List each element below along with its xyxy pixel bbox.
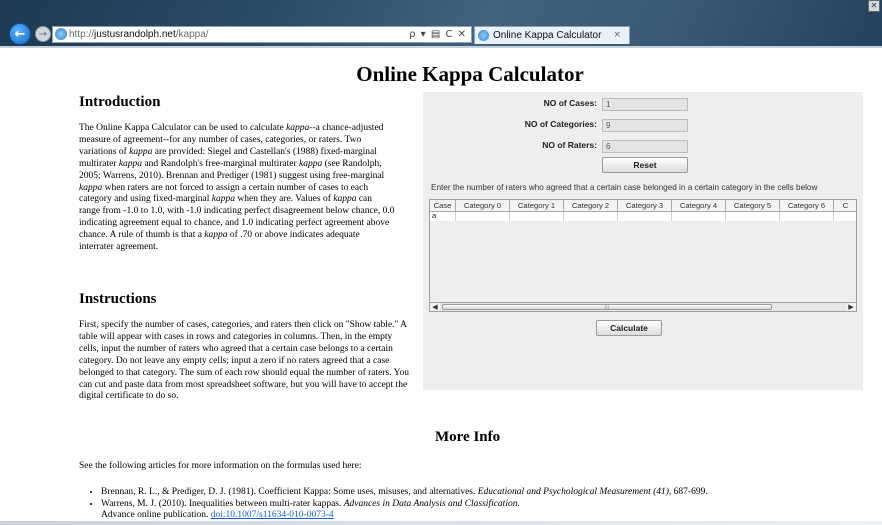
- tab-favicon-icon: [478, 30, 489, 41]
- rating-cell[interactable]: [564, 212, 618, 221]
- kappa-term: kappa: [211, 194, 236, 205]
- column-header[interactable]: Category 5: [726, 200, 780, 211]
- kappa-term: kappa: [204, 230, 228, 241]
- table-instruction: Enter the number of raters who agreed th…: [431, 183, 818, 192]
- reference-line2: Advance online publication.: [101, 510, 211, 520]
- raters-input[interactable]: 6: [602, 140, 688, 153]
- reference-item: Brennan, R. L., & Prediger, D. J. (1981)…: [101, 487, 881, 499]
- ie-favicon-icon: [55, 28, 67, 40]
- kappa-term: kappa: [298, 158, 323, 169]
- scroll-thumb[interactable]: |||: [442, 304, 772, 310]
- raters-label: NO of Raters:: [542, 140, 597, 150]
- address-bar[interactable]: http://justusrandolph.net/kappa/ ρ ▾ ▤ C…: [52, 26, 472, 43]
- kappa-applet: NO of Cases: 1 NO of Categories: 9 NO of…: [423, 92, 863, 390]
- scroll-right-icon[interactable]: ▶: [846, 303, 856, 311]
- ratings-table[interactable]: Case Category 0 Category 1 Category 2 Catego…: [429, 199, 857, 303]
- intro-fragment: when they are. Values of: [235, 194, 334, 205]
- url-prefix: http://: [69, 29, 95, 40]
- rating-cell[interactable]: [456, 212, 510, 221]
- rating-cell[interactable]: [672, 212, 726, 221]
- case-cell[interactable]: a: [430, 212, 456, 221]
- doi-link[interactable]: doi:10.1007/s11634-010-0073-4: [211, 510, 334, 520]
- forward-arrow-icon: →: [38, 28, 48, 40]
- kappa-term: kappa: [79, 182, 103, 193]
- more-info-heading: More Info: [435, 429, 501, 445]
- instructions-text: First, specify the number of cases, cate…: [79, 320, 410, 402]
- column-header[interactable]: Category 1: [510, 200, 564, 211]
- reset-button[interactable]: Reset: [602, 157, 688, 173]
- scroll-left-icon[interactable]: ◀: [430, 303, 440, 311]
- column-header[interactable]: Case: [430, 200, 456, 211]
- instructions-heading: Instructions: [79, 291, 157, 307]
- column-header[interactable]: C: [834, 200, 856, 211]
- kappa-term: kappa: [333, 194, 357, 205]
- reference-tail: , 687-699.: [668, 487, 708, 497]
- rating-cell[interactable]: [618, 212, 672, 221]
- page-title: Online Kappa Calculator: [356, 62, 584, 86]
- kappa-term: kappa: [286, 123, 310, 133]
- reference-journal: Advances in Data Analysis and Classifica…: [343, 498, 520, 509]
- table-row: a: [430, 212, 856, 221]
- column-header[interactable]: Category 0: [456, 200, 510, 211]
- reference-text: Warrens, M. J. (2010). Inequalities betw…: [101, 498, 344, 509]
- rating-cell[interactable]: [780, 212, 834, 221]
- status-bar: [0, 521, 882, 525]
- back-arrow-icon: ←: [14, 26, 26, 42]
- kappa-term: kappa: [118, 158, 143, 169]
- reference-journal: Educational and Psychological Measuremen…: [477, 487, 669, 497]
- horizontal-scrollbar[interactable]: ◀ ||| ▶: [429, 302, 857, 312]
- scroll-grip-icon: |||: [605, 304, 609, 310]
- column-header[interactable]: Category 2: [564, 200, 618, 211]
- kappa-term: kappa: [129, 146, 153, 157]
- column-header[interactable]: Category 3: [618, 200, 672, 211]
- column-header[interactable]: Category 4: [672, 200, 726, 211]
- categories-input[interactable]: 9: [602, 119, 688, 132]
- introduction-text: The Online Kappa Calculator can be used …: [79, 123, 395, 254]
- calculate-button[interactable]: Calculate: [596, 320, 662, 336]
- url-path: /kappa/: [175, 29, 209, 40]
- rating-cell[interactable]: [726, 212, 780, 221]
- references-list: Brennan, R. L., & Prediger, D. J. (1981)…: [91, 487, 881, 522]
- intro-fragment: and Randolph's free-marginal multirater: [142, 158, 299, 169]
- address-bar-tools[interactable]: ρ ▾ ▤ C ✕: [409, 27, 467, 42]
- back-button[interactable]: ←: [9, 23, 31, 45]
- url-host: justusrandolph.net: [94, 29, 176, 40]
- table-body: a: [430, 212, 856, 221]
- window-close-button[interactable]: ✕: [868, 0, 880, 12]
- intro-fragment: The Online Kappa Calculator can be used …: [79, 123, 287, 133]
- introduction-heading: Introduction: [79, 94, 161, 110]
- tab-close-icon[interactable]: ×: [613, 27, 621, 44]
- table-header-row: Case Category 0 Category 1 Category 2 Catego…: [430, 200, 856, 212]
- cases-label: NO of Cases:: [543, 98, 597, 108]
- tab-title: Online Kappa Calculator: [493, 30, 602, 41]
- reference-text: Brennan, R. L., & Prediger, D. J. (1981)…: [101, 487, 478, 497]
- see-articles-text: See the following articles for more info…: [79, 461, 362, 471]
- categories-label: NO of Categories:: [524, 119, 597, 129]
- forward-button[interactable]: →: [35, 26, 51, 42]
- tab-online-kappa-calculator[interactable]: Online Kappa Calculator ×: [474, 26, 630, 44]
- rating-cell[interactable]: [510, 212, 564, 221]
- cases-input[interactable]: 1: [602, 98, 688, 111]
- reference-item: Warrens, M. J. (2010). Inequalities betw…: [101, 499, 881, 522]
- column-header[interactable]: Category 6: [780, 200, 834, 211]
- chrome-divider: [0, 46, 882, 48]
- rating-cell[interactable]: [834, 212, 856, 221]
